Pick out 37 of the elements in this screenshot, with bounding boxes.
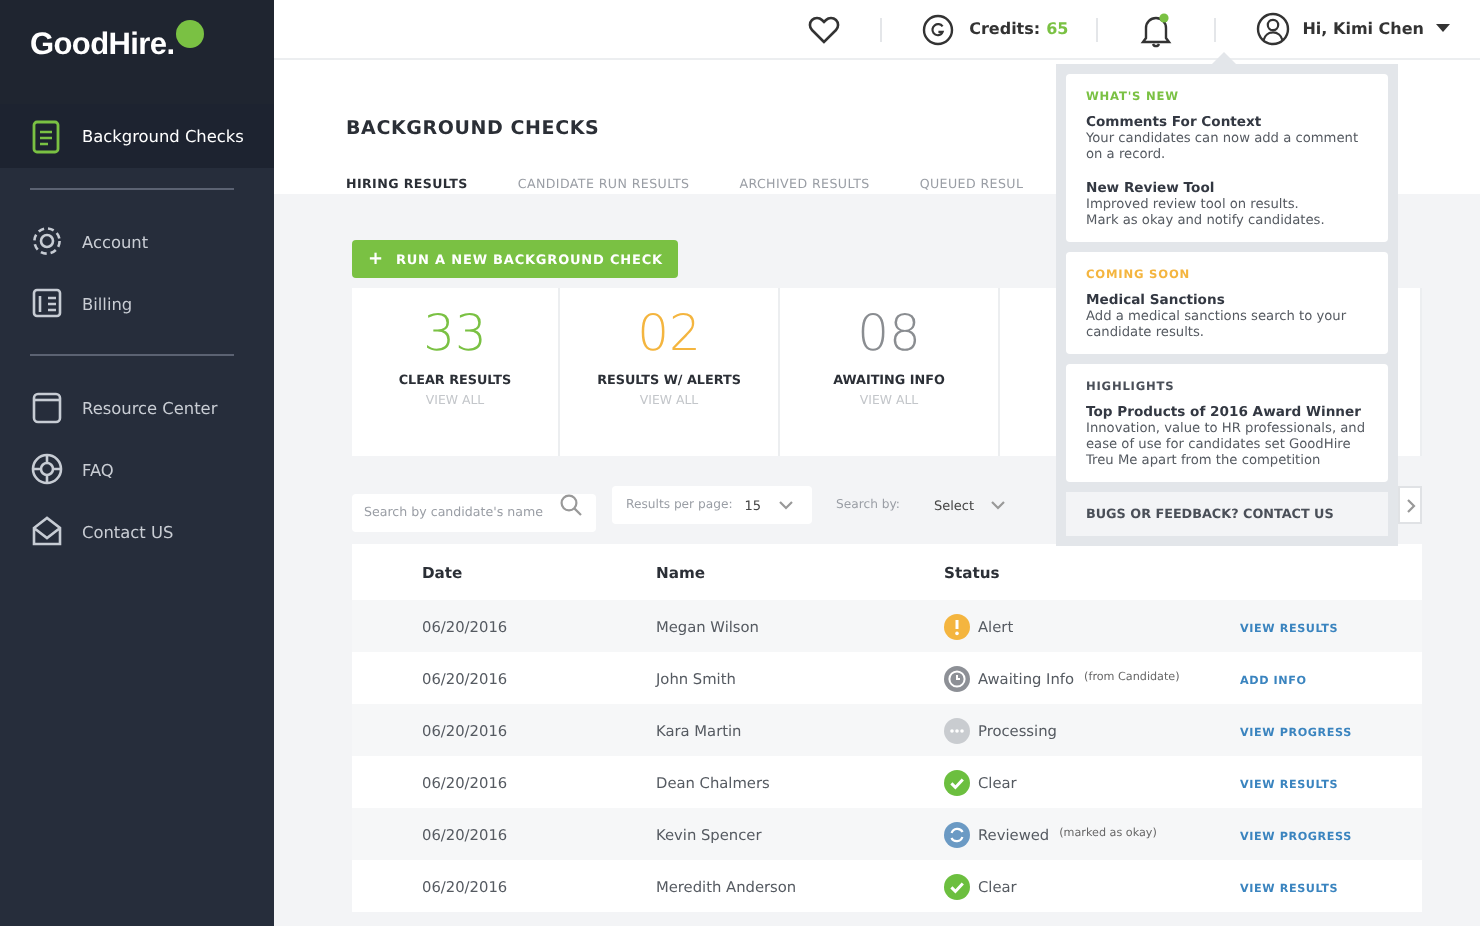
chevron-right-icon bbox=[1405, 497, 1415, 513]
logo-dot-icon bbox=[176, 20, 205, 48]
page-title: BACKGROUND CHECKS bbox=[346, 118, 600, 140]
credits-label: Credits: bbox=[969, 20, 1041, 38]
stat-value: 33 bbox=[423, 304, 487, 364]
logo: GoodHire. bbox=[30, 28, 175, 64]
document-icon bbox=[30, 119, 64, 153]
caret-icon bbox=[1436, 24, 1450, 34]
check-icon bbox=[944, 769, 970, 795]
ellipsis-icon bbox=[944, 717, 970, 743]
sidebar-item[interactable]: Billing bbox=[0, 272, 274, 334]
lifebuoy-icon bbox=[30, 452, 64, 486]
user-menu[interactable]: Hi, Kimi Chen bbox=[1302, 20, 1424, 38]
clock-icon bbox=[944, 665, 970, 691]
user-icon bbox=[1256, 12, 1291, 46]
stat-value: 08 bbox=[857, 304, 921, 364]
coin-icon bbox=[921, 13, 954, 45]
gear-icon bbox=[30, 224, 64, 258]
chevron-down-icon bbox=[777, 500, 794, 510]
sidebar-item[interactable]: Account bbox=[0, 210, 274, 272]
heart-icon bbox=[807, 14, 840, 44]
stat-value: 02 bbox=[637, 304, 701, 364]
credits-value: 65 bbox=[1046, 20, 1069, 38]
sidebar-item[interactable]: Contact US bbox=[0, 500, 274, 562]
sidebar-item[interactable]: Background Checks bbox=[0, 104, 274, 168]
search-icon bbox=[560, 494, 582, 516]
window-icon bbox=[30, 390, 64, 424]
sidebar-item[interactable]: Resource Center bbox=[0, 376, 274, 438]
alert-icon bbox=[944, 613, 970, 639]
chevron-down-icon bbox=[990, 500, 1007, 510]
next-page-button[interactable] bbox=[1398, 486, 1422, 524]
envelope-icon bbox=[30, 514, 64, 548]
refresh-icon bbox=[944, 821, 970, 847]
check-icon bbox=[944, 873, 970, 899]
sidebar-item[interactable]: FAQ bbox=[0, 438, 274, 500]
bell-icon bbox=[1138, 11, 1175, 47]
bill-icon bbox=[30, 286, 64, 320]
